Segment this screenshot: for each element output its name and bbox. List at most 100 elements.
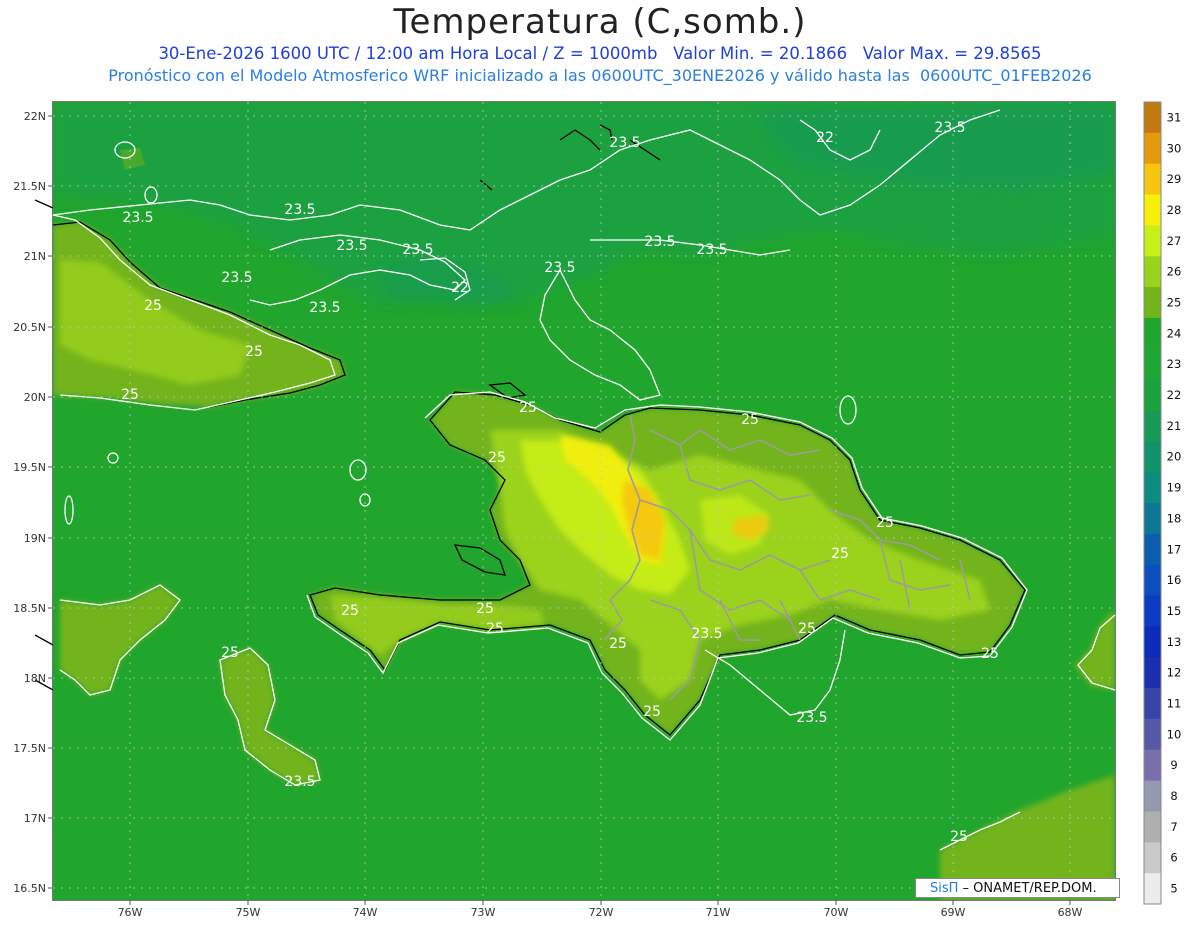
colorbar-swatch (1144, 348, 1161, 381)
contour-label: 25 (341, 603, 359, 619)
contour-label: 25 (476, 601, 494, 617)
contour-label: 25 (488, 450, 506, 466)
colorbar-swatch (1144, 102, 1161, 134)
contour-label: 23.5 (796, 710, 827, 726)
lon-label: 72W (589, 906, 614, 919)
lon-label: 73W (471, 906, 496, 919)
contour-label: 22 (451, 280, 469, 296)
contour-label: 25 (609, 636, 627, 652)
colorbar-swatch (1144, 379, 1161, 411)
colorbar-label: 13 (1167, 635, 1182, 649)
colorbar-label: 10 (1167, 727, 1182, 741)
lat-label: 17.5N (13, 742, 46, 755)
lat-label: 21.5N (13, 180, 46, 193)
coast-west-mark (34, 199, 54, 691)
contour-label: 25 (643, 704, 661, 720)
colorbar-label: 26 (1167, 265, 1182, 279)
colorbar-swatch (1144, 780, 1161, 812)
contour-label: 25 (981, 646, 999, 662)
contour-label: 25 (831, 546, 849, 562)
contour-label: 23.5 (122, 210, 153, 226)
contour-label: 22 (816, 130, 834, 146)
colorbar-swatch (1144, 595, 1161, 627)
colorbar-label: 21 (1167, 419, 1182, 433)
colorbar-label: 24 (1167, 326, 1182, 340)
colorbar-swatch (1144, 194, 1161, 226)
colorbar-swatch (1144, 225, 1161, 257)
colorbar-label: 17 (1167, 542, 1182, 556)
contour-label: 23.5 (402, 242, 433, 258)
longitude-axis: 76W 75W 74W 73W 72W 71W 70W 69W 68W (118, 900, 1083, 919)
colorbar-swatch (1144, 688, 1161, 720)
colorbar-label: 8 (1170, 789, 1177, 803)
contour-label: 25 (798, 621, 816, 637)
colorbar-label: 31 (1167, 110, 1182, 124)
contour-label: 25 (121, 387, 139, 403)
colorbar-swatch (1144, 873, 1161, 905)
colorbar-swatch (1144, 657, 1161, 689)
colorbar-label: 18 (1167, 511, 1182, 525)
contour-label: 23.5 (544, 260, 575, 276)
colorbar-swatch (1144, 811, 1161, 843)
colorbar-label: 19 (1167, 481, 1182, 495)
colorbar-swatch (1144, 410, 1161, 442)
contour-label: 25 (741, 412, 759, 428)
lat-label: 18N (24, 672, 46, 685)
colorbar: 31 30 29 28 27 26 25 24 23 22 21 20 19 18 17 16 15 13 12 11… (1143, 101, 1182, 905)
colorbar-swatch (1144, 749, 1161, 782)
contour-label: 23.5 (284, 774, 315, 790)
colorbar-swatch (1144, 626, 1161, 658)
lat-label: 21N (24, 250, 46, 263)
lon-label: 76W (118, 906, 143, 919)
colorbar-label: 20 (1167, 450, 1182, 464)
temperature-map: 23.5 23.5 22 23.5 23.5 23.5 23.5 23.5 23.5 22 23.5… (13, 101, 1182, 919)
lat-label: 22N (24, 110, 46, 123)
contour-label: 23.5 (336, 238, 367, 254)
lat-label: 17N (24, 812, 46, 825)
credit-box: SisΠ – ONAMET/REP.DOM. (915, 878, 1120, 898)
colorbar-label: 22 (1167, 388, 1182, 402)
colorbar-swatch (1144, 132, 1161, 165)
colorbar-label: 11 (1167, 697, 1182, 711)
contour-label: 25 (221, 645, 239, 661)
credit-brand: SisΠ (930, 881, 959, 896)
colorbar-swatch (1144, 317, 1161, 350)
colorbar-swatch (1144, 287, 1161, 319)
colorbar-swatch (1144, 533, 1161, 566)
lon-label: 74W (353, 906, 378, 919)
contour-label: 23.5 (609, 135, 640, 151)
lat-label: 19N (24, 532, 46, 545)
colorbar-swatch (1144, 718, 1161, 751)
colorbar-label: 6 (1170, 851, 1177, 865)
colorbar-label: 30 (1167, 141, 1182, 155)
colorbar-label: 23 (1167, 357, 1182, 371)
colorbar-label: 27 (1167, 234, 1182, 248)
colorbar-swatch (1144, 163, 1161, 196)
lon-label: 71W (706, 906, 731, 919)
colorbar-swatch (1144, 564, 1161, 597)
contour-label: 25 (519, 400, 537, 416)
credit-text: – ONAMET/REP.DOM. (958, 881, 1097, 896)
colorbar-swatch (1144, 472, 1161, 504)
contour-label: 25 (144, 298, 162, 314)
contour-label: 25 (486, 621, 504, 637)
contour-label: 25 (876, 515, 894, 531)
temperature-field (53, 102, 1115, 900)
latitude-axis: 22N 21.5N 21N 20.5N 20N 19.5N 19N 18.5N 18N 17.5N… (13, 110, 53, 895)
lat-label: 19.5N (13, 461, 46, 474)
colorbar-swatch (1144, 256, 1161, 288)
contour-label: 23.5 (644, 234, 675, 250)
colorbar-swatch (1144, 503, 1161, 535)
lon-label: 69W (941, 906, 966, 919)
colorbar-swatch (1144, 441, 1161, 473)
colorbar-label: 28 (1167, 203, 1182, 217)
colorbar-label: 25 (1167, 296, 1182, 310)
colorbar-label: 7 (1170, 820, 1177, 834)
colorbar-label: 15 (1167, 604, 1182, 618)
colorbar-label: 16 (1167, 573, 1182, 587)
lat-label: 18.5N (13, 602, 46, 615)
colorbar-label: 12 (1167, 666, 1182, 680)
contour-label: 23.5 (934, 120, 965, 136)
contour-label: 23.5 (284, 202, 315, 218)
colorbar-label: 9 (1170, 758, 1177, 772)
